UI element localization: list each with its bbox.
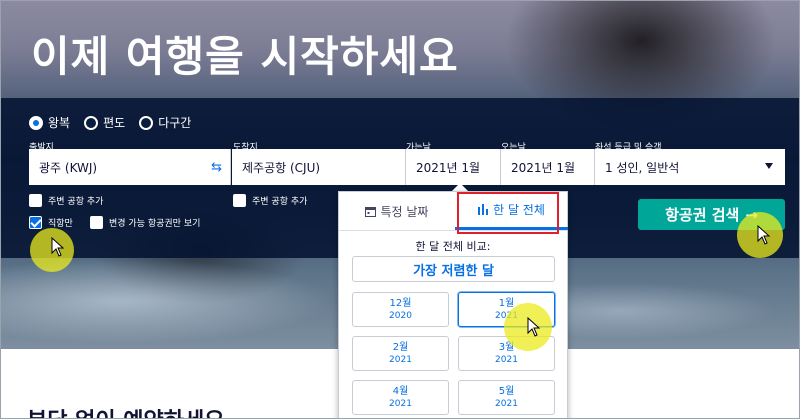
month-label: 2월 xyxy=(392,341,409,353)
from-field[interactable]: 광주 (KWJ) ⇆ xyxy=(29,149,231,185)
cheapest-month-button[interactable]: 가장 저렴한 달 xyxy=(352,256,555,282)
trip-type-multicity[interactable]: 다구간 xyxy=(139,114,191,131)
section-heading: 부담 없이 예약하세요 xyxy=(27,403,224,418)
browser-viewport: 이제 여행을 시작하세요 왕복 편도 다구간 출발지 도착지 가는날 오는날 좌… xyxy=(0,0,800,419)
nearby-from-checkbox[interactable]: 주변 공항 추가 xyxy=(29,194,103,207)
depart-value: 2021년 1월 xyxy=(416,160,481,175)
checkbox-label: 변경 가능 항공권만 보기 xyxy=(109,219,201,229)
cabin-value: 1 성인, 일반석 xyxy=(605,160,680,175)
month-option[interactable]: 4월 2021 xyxy=(352,380,449,415)
search-button-label: 항공권 검색 xyxy=(665,206,740,224)
flexible-tickets-checkbox[interactable]: 변경 가능 항공권만 보기 xyxy=(90,216,200,229)
checkbox-label: 주변 공항 추가 xyxy=(252,197,308,207)
year-label: 2021 xyxy=(389,354,412,365)
nearby-to-checkbox[interactable]: 주변 공항 추가 xyxy=(233,194,307,207)
to-value: 제주공항 (CJU) xyxy=(242,160,321,175)
checkbox-checked-icon xyxy=(29,216,42,229)
checkbox-icon xyxy=(233,194,246,207)
month-label: 12월 xyxy=(389,297,412,309)
year-label: 2021 xyxy=(495,354,518,365)
compare-label: 한 달 전체 비교: xyxy=(415,240,491,253)
trip-type-label: 다구간 xyxy=(158,116,192,130)
calendar-icon xyxy=(364,206,376,217)
trip-type-label: 왕복 xyxy=(48,116,71,130)
radio-checked-icon xyxy=(29,115,43,130)
checkbox-icon xyxy=(90,216,103,229)
return-value: 2021년 1월 xyxy=(511,160,576,175)
tab-label: 특정 날짜 xyxy=(380,204,429,219)
tab-specific-date[interactable]: 특정 날짜 xyxy=(339,192,454,230)
month-label: 5월 xyxy=(498,385,515,397)
swap-icon[interactable]: ⇆ xyxy=(211,160,222,175)
radio-unchecked-icon xyxy=(139,115,154,130)
hero-title: 이제 여행을 시작하세요 xyxy=(31,32,459,81)
month-option[interactable]: 2월 2021 xyxy=(352,336,449,371)
radio-unchecked-icon xyxy=(84,115,99,130)
checkbox-label: 주변 공항 추가 xyxy=(48,197,104,207)
trip-type-oneway[interactable]: 편도 xyxy=(84,114,125,131)
depart-field[interactable]: 2021년 1월 xyxy=(406,149,501,185)
year-label: 2021 xyxy=(389,398,412,409)
chevron-down-icon xyxy=(765,163,773,169)
month-option[interactable]: 5월 2021 xyxy=(458,380,555,415)
trip-type-roundtrip[interactable]: 왕복 xyxy=(29,114,70,131)
trip-type-group: 왕복 편도 다구간 xyxy=(29,114,191,131)
month-option[interactable]: 12월 2020 xyxy=(352,292,449,327)
from-value: 광주 (KWJ) xyxy=(39,160,98,175)
cabin-field[interactable]: 1 성인, 일반석 xyxy=(595,149,785,185)
year-label: 2021 xyxy=(495,398,518,409)
year-label: 2020 xyxy=(389,310,412,321)
trip-type-label: 편도 xyxy=(103,116,126,130)
return-field[interactable]: 2021년 1월 xyxy=(501,149,595,185)
month-label: 4월 xyxy=(392,385,409,397)
to-field[interactable]: 제주공항 (CJU) xyxy=(232,149,406,185)
checkbox-icon xyxy=(29,194,42,207)
annotation-outline xyxy=(457,192,559,234)
